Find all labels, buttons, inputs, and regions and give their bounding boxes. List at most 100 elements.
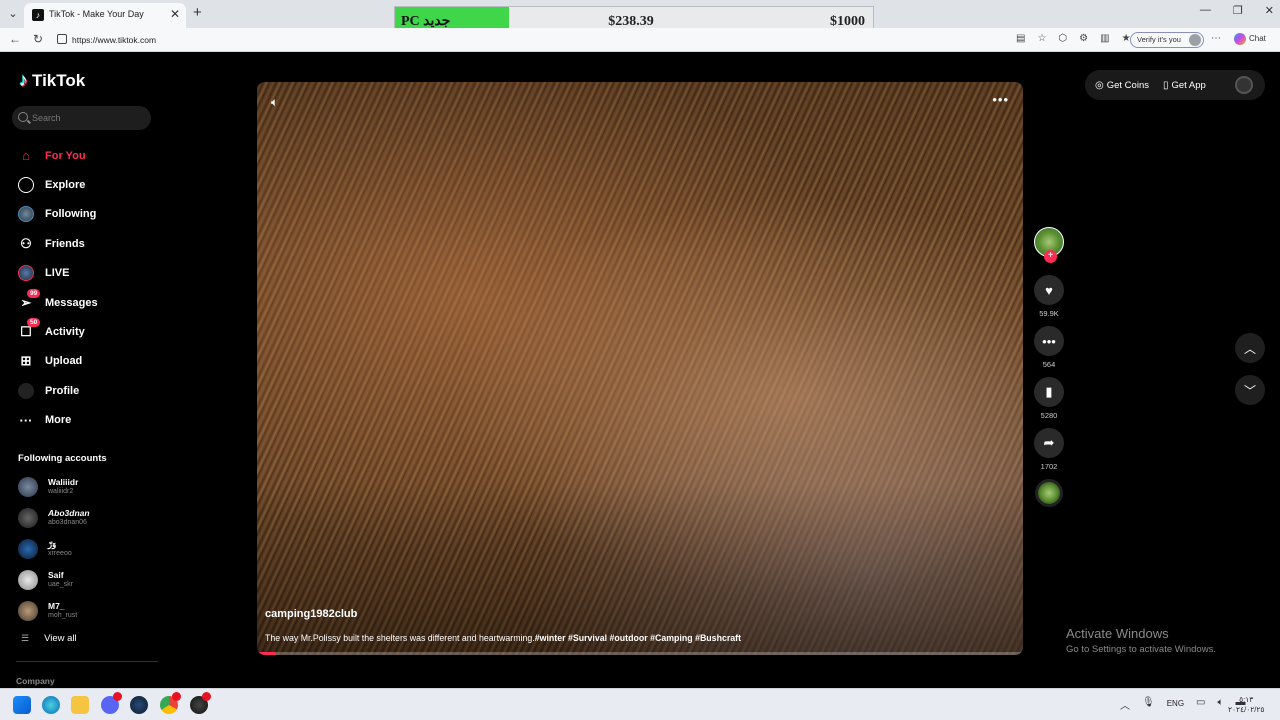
compass-icon	[17, 176, 35, 194]
company-link[interactable]: Company	[16, 676, 55, 686]
video-more-icon[interactable]: •••	[992, 92, 1009, 107]
nav-upload[interactable]: ⊞ Upload	[17, 347, 163, 376]
close-window-icon[interactable]: ✕	[1265, 4, 1274, 17]
nav-label: Activity	[45, 326, 85, 339]
creator-avatar[interactable]: +	[1034, 227, 1064, 263]
tab-list-chevron-icon[interactable]: ⌄	[4, 5, 22, 23]
get-app-label: Get App	[1171, 79, 1206, 91]
nav-activity[interactable]: ☐ 50 Activity	[17, 317, 163, 346]
window-controls: — ❐ ✕	[1200, 4, 1274, 17]
copilot-chat-button[interactable]: Chat	[1234, 33, 1266, 45]
account-name: M7_	[48, 601, 65, 611]
nav-live[interactable]: LIVE	[17, 259, 163, 288]
view-all-label: View all	[44, 633, 77, 644]
caption-hashtags[interactable]: #winter #Survival #outdoor #Camping #Bus…	[535, 633, 741, 643]
tab-title: TikTok - Make Your Day	[49, 9, 144, 19]
edge-browser-icon[interactable]	[42, 696, 60, 714]
account-name: وَرّ	[48, 539, 57, 549]
comment-bubble-icon[interactable]: •••	[1034, 326, 1064, 356]
video-progress-bar[interactable]	[257, 652, 1023, 655]
user-avatar[interactable]	[1235, 76, 1253, 94]
search-icon	[18, 112, 28, 122]
video-player[interactable]: 🔈︎ ••• camping1982club The way Mr.Poliss…	[257, 82, 1023, 655]
nav-label: More	[45, 414, 72, 427]
nav-label: Profile	[45, 384, 80, 397]
share-arrow-icon[interactable]: ➦	[1034, 428, 1064, 458]
reader-view-icon[interactable]: ▤	[1016, 33, 1025, 44]
back-arrow-icon[interactable]: ←	[9, 32, 21, 46]
nav-label: Upload	[45, 355, 83, 368]
file-explorer-icon[interactable]	[71, 696, 89, 714]
messages-badge: 99	[27, 288, 41, 298]
activate-windows-title: Activate Windows	[1066, 626, 1169, 641]
extensions-icon[interactable]: ⬡	[1058, 33, 1067, 44]
nav-label: For You	[45, 149, 86, 162]
tab-close-icon[interactable]: ✕	[170, 7, 180, 21]
upload-plus-icon: ⊞	[20, 353, 32, 369]
account-name: Abo3dnan	[48, 508, 90, 518]
refresh-icon[interactable]: ↻	[33, 32, 43, 46]
like-heart-icon[interactable]: ♥	[1034, 275, 1064, 305]
get-app-button[interactable]: ▯ Get App	[1163, 80, 1206, 91]
tiktok-logo[interactable]: ♪ TikTok	[19, 70, 85, 91]
system-tray: ︿ 🎙︎ ENG ▭ 🔈︎ ▬	[1120, 697, 1246, 712]
profile-avatar-icon	[1189, 34, 1201, 46]
video-actions: + ♥ 59.9K ••• 564 ▮ 5280 ➦ 1702	[1033, 227, 1065, 507]
nav-friends[interactable]: ⚇ Friends	[17, 229, 163, 258]
video-author[interactable]: camping1982club	[265, 608, 357, 620]
nav-for-you[interactable]: ⌂ For You	[17, 141, 163, 170]
view-all-button[interactable]: ☰ View all	[21, 633, 77, 644]
music-disc-icon[interactable]	[1035, 479, 1063, 507]
search-input[interactable]	[32, 110, 142, 126]
tray-chevron-up-icon[interactable]: ︿	[1120, 697, 1130, 712]
verify-profile-button[interactable]: Verify it's you	[1130, 32, 1204, 48]
new-tab-plus-icon[interactable]: +	[193, 4, 202, 21]
account-item[interactable]: Waliiidr waliiidr2	[18, 471, 158, 502]
nav-label: Following	[45, 208, 97, 221]
split-screen-icon[interactable]: ▥	[1100, 33, 1109, 44]
taskbar-clock[interactable]: ٥:١٣ ٢٠٢٤/٠٢/٢٥	[1228, 695, 1264, 715]
nav-label: Messages	[45, 296, 98, 309]
logo-text: TikTok	[32, 70, 86, 90]
account-item[interactable]: Abo3dnan abo3dnan06	[18, 502, 158, 533]
restore-icon[interactable]: ❐	[1233, 4, 1243, 17]
sidebar-divider	[16, 661, 158, 662]
chrome-badge	[172, 692, 181, 701]
search-box[interactable]	[12, 106, 151, 130]
microphone-icon[interactable]: 🎙︎	[1142, 697, 1155, 712]
browser-tab[interactable]: ♪ TikTok - Make Your Day ✕	[24, 3, 186, 28]
account-item[interactable]: Saif uae_skr	[18, 564, 158, 595]
chat-label: Chat	[1249, 34, 1266, 44]
minimize-icon[interactable]: —	[1200, 4, 1211, 17]
url-field[interactable]: https://www.tiktok.com	[72, 35, 156, 45]
nav-profile[interactable]: Profile	[17, 376, 163, 405]
windows-start-icon[interactable]	[13, 696, 31, 714]
bookmark-icon[interactable]: ▮	[1034, 377, 1064, 407]
account-name: Saif	[48, 570, 64, 580]
account-username: waliiidr2	[48, 488, 74, 495]
follow-plus-icon[interactable]: +	[1044, 250, 1057, 263]
account-item[interactable]: M7_ moh_rust	[18, 595, 158, 626]
tiktok-favicon-icon: ♪	[32, 9, 44, 21]
volume-icon[interactable]: 🔈︎	[271, 95, 278, 110]
following-avatar-icon	[17, 205, 35, 223]
speaker-icon[interactable]: 🔈︎	[1218, 697, 1224, 712]
previous-video-chevron-up-icon[interactable]: ︿	[1235, 333, 1265, 363]
account-username: abo3dnan06	[48, 519, 87, 526]
nav-explore[interactable]: Explore	[17, 170, 163, 199]
display-icon[interactable]: ▭	[1196, 697, 1205, 712]
nav-more[interactable]: ··· More	[17, 406, 163, 435]
nav-messages[interactable]: ➢ 99 Messages	[17, 288, 163, 317]
next-video-chevron-down-icon[interactable]: ﹀	[1235, 375, 1265, 405]
steam-icon[interactable]	[130, 696, 148, 714]
nav-following[interactable]: Following	[17, 200, 163, 229]
top-right-actions: ◎ Get Coins ▯ Get App	[1085, 70, 1265, 100]
browser-menu-icon[interactable]: ⋯	[1211, 33, 1221, 44]
browser-essentials-icon[interactable]: ⚙	[1079, 33, 1088, 44]
language-indicator[interactable]: ENG	[1167, 699, 1184, 712]
get-coins-button[interactable]: ◎ Get Coins	[1095, 80, 1149, 91]
activate-windows-subtitle: Go to Settings to activate Windows.	[1066, 644, 1216, 655]
account-item[interactable]: وَرّ xrreeoo	[18, 533, 158, 564]
site-info-icon[interactable]	[57, 34, 67, 44]
favorite-star-icon[interactable]: ☆	[1037, 33, 1046, 44]
